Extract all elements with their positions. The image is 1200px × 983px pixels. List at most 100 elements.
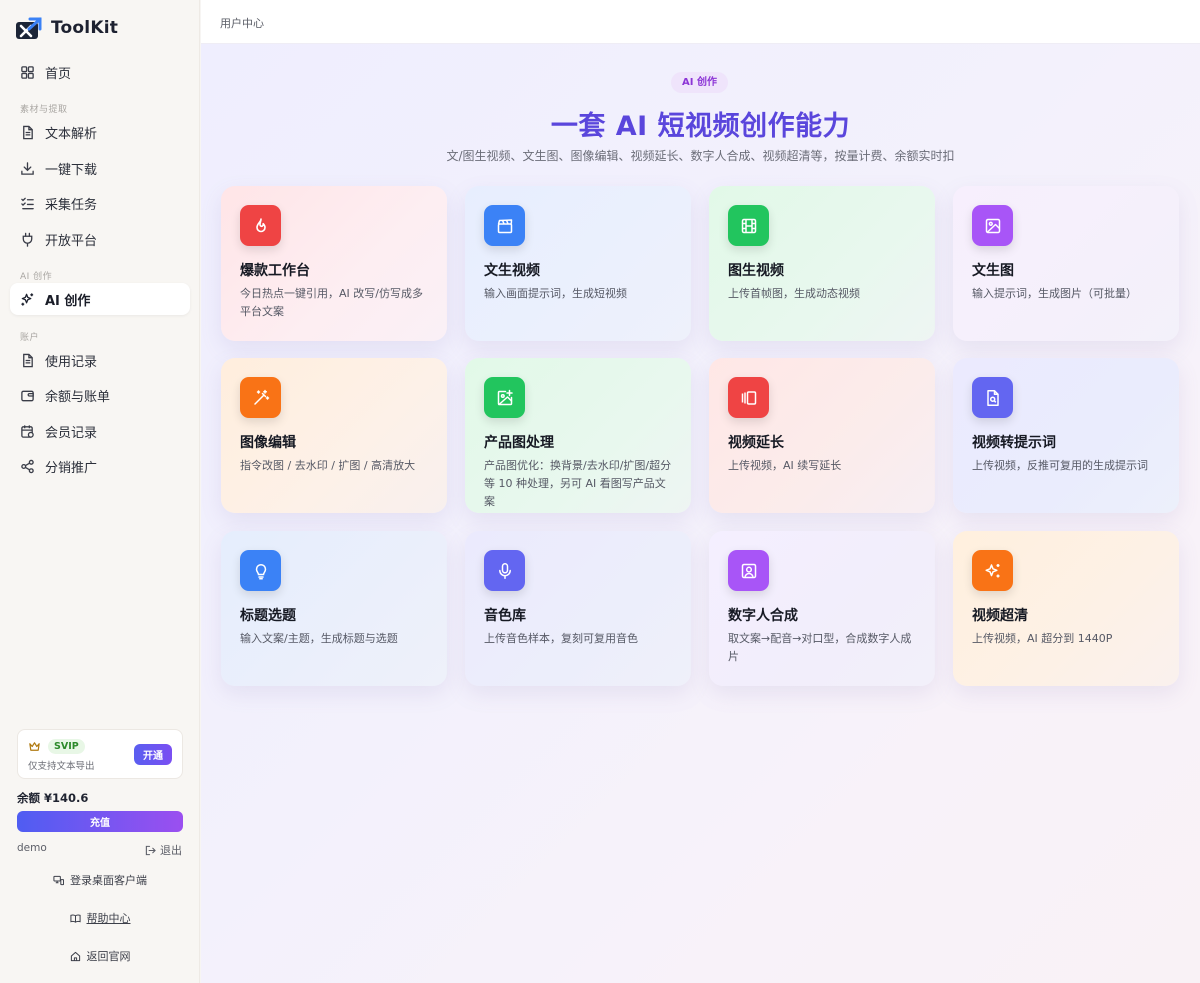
card-description: 输入提示词，生成图片（可批量） xyxy=(972,287,1137,300)
card-product-image[interactable]: 产品图处理 产品图优化：换背景/去水印/扩图/超分等 10 种处理，另可 AI … xyxy=(465,358,691,513)
balance-amount: 余额 ¥140.6 xyxy=(17,791,89,805)
nav-label: 会员记录 xyxy=(45,425,98,441)
card-icon-box xyxy=(728,377,769,418)
download-icon xyxy=(21,161,34,175)
magic-wand-icon xyxy=(253,389,269,405)
nav-item-member[interactable]: 会员记录 xyxy=(10,415,190,447)
card-icon-box xyxy=(728,205,769,246)
nav-item-affiliate[interactable]: 分销推广 xyxy=(10,450,190,482)
card-description: 产品图优化：换背景/去水印/扩图/超分等 10 种处理，另可 AI 看图写产品文… xyxy=(484,459,672,508)
logout-label: 退出 xyxy=(160,844,182,857)
card-icon-box xyxy=(240,205,281,246)
card-video-to-prompt[interactable]: 视频转提示词 上传视频，反推可复用的生成提示词 xyxy=(953,358,1179,513)
list-checks-icon xyxy=(21,197,34,209)
nav-item-balance[interactable]: 余额与账单 xyxy=(10,379,190,411)
card-title: 视频转提示词 xyxy=(972,435,1056,451)
home-icon xyxy=(70,951,80,961)
card-title: 图生视频 xyxy=(728,263,784,279)
plug-icon xyxy=(22,232,33,247)
sparkles-icon xyxy=(984,563,999,577)
card-title: 标题选题 xyxy=(240,608,296,624)
nav-label: 采集任务 xyxy=(45,197,98,213)
nav-item-text-parse[interactable]: 文本解析 xyxy=(10,116,190,148)
breadcrumb[interactable]: 用户中心 xyxy=(220,15,264,31)
microphone-icon xyxy=(498,562,511,579)
film-icon xyxy=(741,218,756,233)
card-description: 上传视频，AI 超分到 1440P xyxy=(972,632,1113,645)
card-icon-box xyxy=(484,205,525,246)
card-description: 上传视频，AI 续写延长 xyxy=(728,459,842,472)
nav-section-ai: AI 创作 xyxy=(20,272,53,282)
card-description: 输入文案/主题，生成标题与选题 xyxy=(240,632,398,645)
sparkles-icon xyxy=(21,292,34,306)
grid-icon xyxy=(21,65,34,79)
card-video-extend[interactable]: 视频延长 上传视频，AI 续写延长 xyxy=(709,358,935,513)
card-image-edit[interactable]: 图像编辑 指令改图 / 去水印 / 扩图 / 高清放大 xyxy=(221,358,447,513)
nav-item-collect[interactable]: 采集任务 xyxy=(10,187,190,219)
card-video-upscale[interactable]: 视频超清 上传视频，AI 超分到 1440P xyxy=(953,531,1179,686)
page-title: 一套 AI 短视频创作能力 xyxy=(550,111,851,142)
username: demo xyxy=(17,842,47,854)
open-vip-button[interactable]: 开通 xyxy=(134,744,172,765)
vip-description: 仅支持文本导出 xyxy=(28,761,95,772)
card-title: 数字人合成 xyxy=(728,608,798,624)
sidebar: ToolKit 首页 素材与提取 文本解析 一键下载 采集任务 开放平台 AI … xyxy=(0,0,200,983)
card-title: 图像编辑 xyxy=(240,435,296,451)
nav-item-download[interactable]: 一键下载 xyxy=(10,152,190,184)
recharge-button[interactable]: 充值 xyxy=(17,811,183,832)
card-text-to-video[interactable]: 文生视频 输入画面提示词，生成短视频 xyxy=(465,186,691,341)
nav-item-usage[interactable]: 使用记录 xyxy=(10,344,190,376)
nav-label: 分销推广 xyxy=(45,460,98,476)
card-icon-box xyxy=(240,550,281,591)
nav-label: 余额与账单 xyxy=(45,389,111,405)
card-title: 音色库 xyxy=(484,608,526,624)
desktop-login-link[interactable]: 登录桌面客户端 xyxy=(0,872,200,888)
card-text-to-image[interactable]: 文生图 输入提示词，生成图片（可批量） xyxy=(953,186,1179,341)
logout-icon xyxy=(145,845,156,855)
card-icon-box xyxy=(728,550,769,591)
card-icon-box xyxy=(240,377,281,418)
svip-badge: SVIP xyxy=(48,739,85,754)
nav-label: AI 创作 xyxy=(45,293,91,309)
wallet-icon xyxy=(21,390,34,401)
card-description: 今日热点一键引用，AI 改写/仿写成多平台文案 xyxy=(240,287,423,318)
logout-button[interactable]: 退出 xyxy=(145,842,182,858)
flame-icon xyxy=(255,217,266,232)
monitor-icon xyxy=(53,875,64,885)
vip-card: SVIP 仅支持文本导出 开通 xyxy=(17,729,183,779)
brand-name: ToolKit xyxy=(51,18,119,38)
nav-item-open-platform[interactable]: 开放平台 xyxy=(10,223,190,255)
help-center-link[interactable]: 帮助中心 xyxy=(0,910,200,926)
lightbulb-icon xyxy=(255,563,266,580)
card-digital-human[interactable]: 数字人合成 取文案→配音→对口型，合成数字人成片 xyxy=(709,531,935,686)
image-icon xyxy=(985,218,1000,233)
card-voice-library[interactable]: 音色库 上传音色样本，复刻可复用音色 xyxy=(465,531,691,686)
card-icon-box xyxy=(972,377,1013,418)
nav-item-ai-create[interactable]: AI 创作 xyxy=(10,283,190,315)
hero-tag: AI 创作 xyxy=(671,72,728,93)
share-icon xyxy=(21,459,34,473)
card-description: 上传首帧图，生成动态视频 xyxy=(728,287,860,300)
card-icon-box xyxy=(972,550,1013,591)
card-title: 视频超清 xyxy=(972,608,1028,624)
main-content: AI 创作 一套 AI 短视频创作能力 文/图生视频、文生图、图像编辑、视频延长… xyxy=(201,44,1200,983)
card-hot-workbench[interactable]: 爆款工作台 今日热点一键引用，AI 改写/仿写成多平台文案 xyxy=(221,186,447,341)
card-icon-box xyxy=(484,377,525,418)
nav-item-home[interactable]: 首页 xyxy=(10,56,190,88)
clapperboard-icon xyxy=(497,218,512,233)
card-description: 上传视频，反推可复用的生成提示词 xyxy=(972,459,1148,472)
document-icon xyxy=(23,125,33,139)
card-description: 取文案→配音→对口型，合成数字人成片 xyxy=(728,632,912,663)
nav-section-material: 素材与提取 xyxy=(20,105,68,115)
crown-icon xyxy=(29,742,40,751)
nav-label: 使用记录 xyxy=(45,354,98,370)
back-home-link[interactable]: 返回官网 xyxy=(0,948,200,964)
card-title: 文生视频 xyxy=(484,263,540,279)
card-title: 视频延长 xyxy=(728,435,784,451)
book-open-icon xyxy=(69,913,81,923)
brand[interactable]: ToolKit xyxy=(16,14,118,42)
nav-label: 一键下载 xyxy=(45,162,98,178)
card-image-to-video[interactable]: 图生视频 上传首帧图，生成动态视频 xyxy=(709,186,935,341)
card-title-topics[interactable]: 标题选题 输入文案/主题，生成标题与选题 xyxy=(221,531,447,686)
gallery-horizontal-icon xyxy=(741,390,756,405)
